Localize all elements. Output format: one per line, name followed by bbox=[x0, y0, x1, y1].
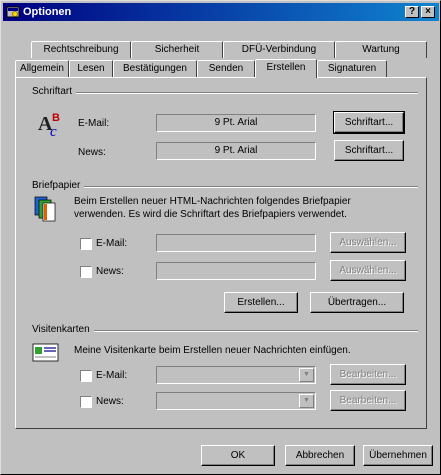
tab-signaturen[interactable]: Signaturen bbox=[317, 60, 387, 77]
email-font-display: 9 Pt. Arial bbox=[156, 114, 316, 132]
group-label-visitenkarten: Visitenkarten bbox=[32, 324, 94, 335]
font-icon: A c B bbox=[38, 112, 60, 140]
tab-dfu-verbindung[interactable]: DFÜ-Verbindung bbox=[223, 41, 335, 58]
options-window: Optionen ? × Rechtschreibung Sicherheit … bbox=[0, 0, 441, 475]
business-card-icon bbox=[32, 343, 59, 362]
briefpapier-description-line1: Beim Erstellen neuer HTML-Nachrichten fo… bbox=[74, 196, 351, 207]
tab-rechtschreibung[interactable]: Rechtschreibung bbox=[31, 41, 131, 58]
help-button[interactable]: ? bbox=[405, 6, 419, 18]
stationery-email-label: E-Mail: bbox=[96, 238, 128, 249]
stationery-news-label: News: bbox=[96, 266, 124, 277]
svg-text:B: B bbox=[52, 112, 60, 124]
options-window-icon bbox=[6, 6, 20, 18]
stationery-news-checkbox[interactable] bbox=[80, 266, 92, 278]
apply-button[interactable]: Übernehmen bbox=[363, 445, 433, 466]
download-stationery-button[interactable]: Übertragen... bbox=[310, 292, 404, 313]
briefpapier-description-line2: verwenden. Es wird die Schriftart des Br… bbox=[74, 209, 347, 220]
ok-button[interactable]: OK bbox=[201, 445, 275, 466]
card-email-checkbox[interactable] bbox=[80, 370, 92, 382]
card-news-checkbox[interactable] bbox=[80, 396, 92, 408]
schriftart-email-label: E-Mail: bbox=[78, 118, 110, 129]
svg-text:c: c bbox=[50, 124, 57, 140]
tab-sicherheit[interactable]: Sicherheit bbox=[131, 41, 223, 58]
stationery-email-checkbox[interactable] bbox=[80, 238, 92, 250]
tab-bestaetigungen[interactable]: Bestätigungen bbox=[113, 60, 197, 77]
stationery-email-field bbox=[156, 234, 316, 252]
group-label-briefpapier: Briefpapier bbox=[32, 180, 85, 191]
chevron-down-icon[interactable]: ▼ bbox=[299, 368, 314, 382]
news-font-display: 9 Pt. Arial bbox=[156, 142, 316, 160]
cancel-button[interactable]: Abbrechen bbox=[285, 445, 355, 466]
schriftart-news-label: News: bbox=[78, 147, 106, 158]
stationery-icon bbox=[34, 196, 56, 222]
tab-senden[interactable]: Senden bbox=[197, 60, 255, 77]
group-divider bbox=[76, 92, 418, 94]
card-news-label: News: bbox=[96, 396, 124, 407]
group-label-schriftart: Schriftart bbox=[32, 86, 77, 97]
group-divider bbox=[78, 186, 418, 188]
chevron-down-icon[interactable]: ▼ bbox=[299, 394, 314, 408]
card-news-edit-button[interactable]: Bearbeiten... bbox=[330, 390, 406, 411]
tab-panel-erstellen: Schriftart A c B E-Mail: 9 Pt. Arial Sch… bbox=[15, 77, 427, 429]
visitenkarten-description: Meine Visitenkarte beim Erstellen neuer … bbox=[74, 345, 351, 356]
tab-allgemein[interactable]: Allgemein bbox=[15, 60, 69, 77]
tab-wartung[interactable]: Wartung bbox=[335, 41, 427, 58]
stationery-email-select-button[interactable]: Auswählen... bbox=[330, 232, 406, 253]
window-title: Optionen bbox=[23, 6, 72, 18]
title-bar[interactable]: Optionen ? × bbox=[3, 3, 439, 21]
stationery-news-select-button[interactable]: Auswählen... bbox=[330, 260, 406, 281]
card-email-edit-button[interactable]: Bearbeiten... bbox=[330, 364, 406, 385]
card-email-label: E-Mail: bbox=[96, 370, 128, 381]
stationery-news-field bbox=[156, 262, 316, 280]
card-news-select[interactable] bbox=[156, 392, 316, 410]
card-email-select[interactable] bbox=[156, 366, 316, 384]
group-divider bbox=[90, 330, 418, 332]
tab-lesen[interactable]: Lesen bbox=[69, 60, 113, 77]
email-font-button[interactable]: Schriftart... bbox=[333, 111, 405, 134]
close-button[interactable]: × bbox=[421, 6, 435, 18]
news-font-button[interactable]: Schriftart... bbox=[334, 140, 404, 161]
create-stationery-button[interactable]: Erstellen... bbox=[224, 292, 298, 313]
tab-erstellen[interactable]: Erstellen bbox=[255, 59, 317, 78]
